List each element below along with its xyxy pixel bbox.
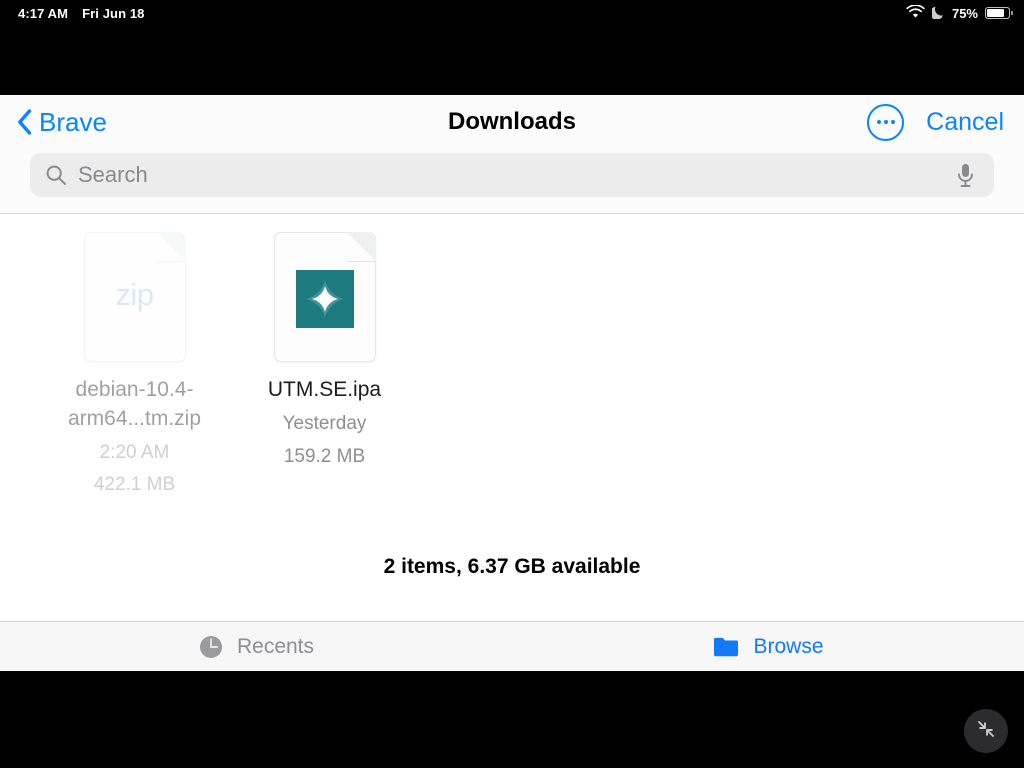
search-placeholder: Search xyxy=(78,162,148,187)
tab-browse[interactable]: Browse xyxy=(512,622,1024,671)
wifi-icon xyxy=(906,3,925,22)
ipa-document-icon xyxy=(273,232,376,362)
navigation-bar: Brave Downloads Cancel xyxy=(0,95,1024,149)
items-summary: 2 items, 6.37 GB available xyxy=(383,555,641,578)
search-bar-container: Search xyxy=(0,149,1024,213)
zip-icon-label: zip xyxy=(115,277,154,312)
ellipsis-circle-icon[interactable] xyxy=(867,103,905,141)
files-content-area: zip debian-10.4-arm64...tm.zip 2:20 AM 4… xyxy=(0,214,1024,607)
file-size: 159.2 MB xyxy=(283,445,366,467)
battery-percent: 75% xyxy=(951,5,978,21)
file-name: UTM.SE.ipa xyxy=(267,378,382,401)
tab-recents[interactable]: Recents xyxy=(0,622,512,671)
shrink-window-button[interactable] xyxy=(964,709,1008,753)
files-grid: zip debian-10.4-arm64...tm.zip 2:20 AM 4… xyxy=(0,214,1024,499)
navigation-bar-right: Cancel xyxy=(867,95,1004,149)
folder-icon xyxy=(712,635,740,659)
file-item-zip[interactable]: zip debian-10.4-arm64...tm.zip 2:20 AM 4… xyxy=(62,232,207,499)
status-bar-left: 4:17 AM Fri Jun 18 xyxy=(0,6,145,21)
status-bar: 4:17 AM Fri Jun 18 75% xyxy=(0,0,1024,26)
battery-icon xyxy=(985,7,1013,19)
crescent-moon-icon xyxy=(930,5,945,22)
tab-browse-label: Browse xyxy=(753,634,824,658)
shrink-arrows-icon xyxy=(974,717,998,746)
status-time: 4:17 AM xyxy=(18,5,69,21)
file-date: 2:20 AM xyxy=(99,441,170,463)
document-picker-sheet: Brave Downloads Cancel Search zip debian… xyxy=(0,95,1024,671)
microphone-icon[interactable] xyxy=(955,162,976,189)
search-input[interactable]: Search xyxy=(30,153,994,197)
file-item-ipa[interactable]: UTM.SE.ipa Yesterday 159.2 MB xyxy=(252,232,397,470)
status-bar-right: 75% xyxy=(906,0,1013,26)
file-date: Yesterday xyxy=(282,412,367,434)
clock-icon xyxy=(198,634,224,660)
file-name: debian-10.4-arm64...tm.zip xyxy=(67,378,202,430)
file-size: 422.1 MB xyxy=(93,474,176,496)
utm-app-thumbnail xyxy=(295,270,354,328)
tab-bar: Recents Browse xyxy=(0,621,1024,671)
status-date: Fri Jun 18 xyxy=(82,5,145,21)
search-icon xyxy=(45,164,67,186)
cancel-button[interactable]: Cancel xyxy=(926,108,1004,137)
tab-recents-label: Recents xyxy=(236,634,315,658)
zip-document-icon: zip xyxy=(83,232,186,362)
